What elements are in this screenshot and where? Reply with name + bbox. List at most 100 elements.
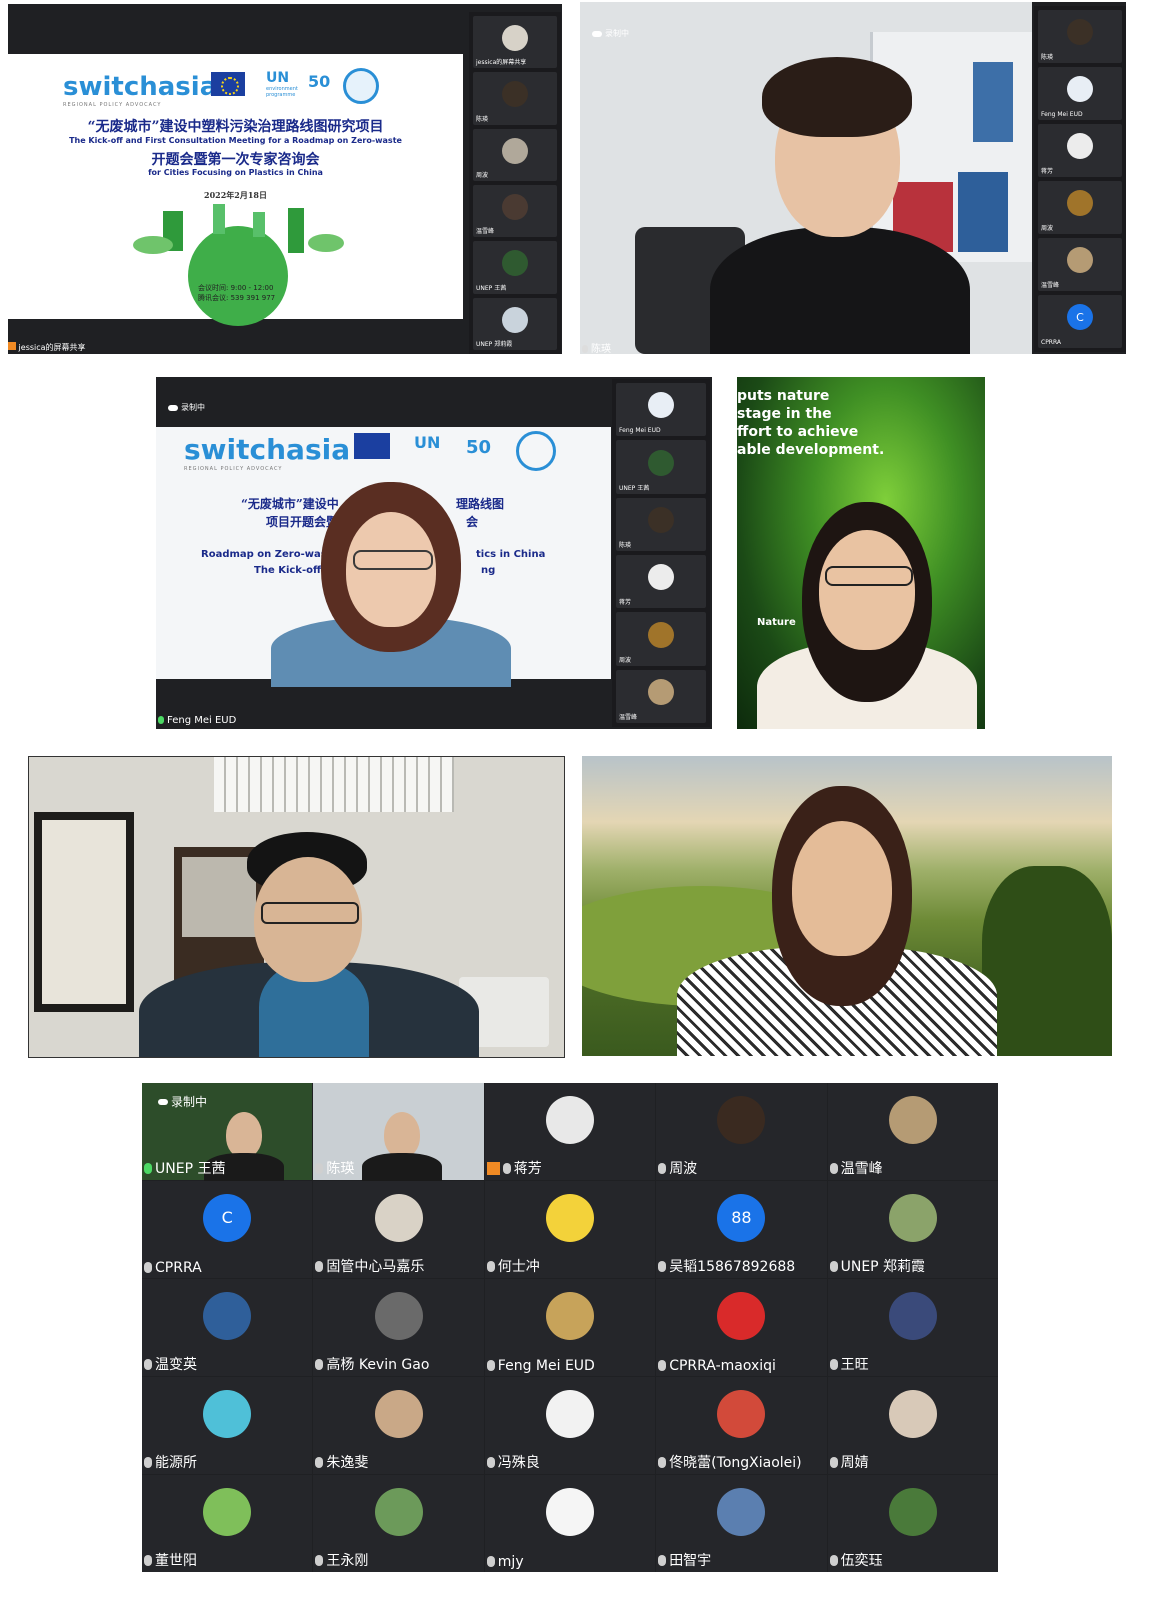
bg-text-line: able development. — [737, 442, 885, 458]
avatar — [374, 1487, 423, 1536]
glasses-icon — [825, 566, 913, 586]
participant-tile[interactable]: mjy — [484, 1475, 656, 1572]
mic-muted-icon — [829, 1359, 838, 1370]
thumb-participant[interactable]: Feng Mei EUD — [616, 383, 706, 437]
thumb-participant[interactable]: 周波 — [473, 128, 557, 181]
thumb-participant[interactable]: 周波 — [616, 612, 706, 666]
bg-text-line: puts nature — [737, 388, 830, 404]
thumb-participant[interactable]: 周波 — [1038, 181, 1122, 234]
mic-muted-icon — [144, 1555, 152, 1566]
cloud-icon — [168, 404, 178, 411]
participant-tile[interactable]: 董世阳 — [142, 1475, 313, 1572]
org-seal-icon — [343, 68, 379, 104]
participant-name: 董世阳 — [144, 1550, 197, 1570]
mic-muted-icon — [315, 1359, 324, 1370]
thumb-participant[interactable]: 陈瑛 — [1038, 10, 1122, 63]
thumb-participant[interactable]: 蒋芳 — [1038, 124, 1122, 177]
participant-tile[interactable]: UNEP 郑莉霞 — [827, 1181, 998, 1278]
participant-tile[interactable]: 固管中心马嘉乐 — [313, 1181, 484, 1278]
thumbnail-strip[interactable]: 陈瑛 Feng Mei EUD 蒋芳 周波 温雪峰 C CPRRA — [1034, 6, 1126, 352]
participant-name: 冯殊良 — [486, 1452, 540, 1472]
thumb-participant[interactable]: jessica的屏幕共享 — [473, 16, 557, 69]
thumb-participant[interactable]: 温雪峰 — [616, 669, 706, 723]
speaker-person — [261, 482, 521, 687]
participant-tile[interactable]: 蒋芳 — [484, 1083, 656, 1180]
participant-tile[interactable]: C CPRRA — [142, 1181, 313, 1278]
participant-tile[interactable]: 冯殊良 — [484, 1377, 656, 1474]
participant-tile[interactable]: Feng Mei EUD — [484, 1279, 656, 1376]
speaker-person — [677, 786, 997, 1056]
participant-name: UNEP 郑莉霞 — [829, 1256, 925, 1276]
presenter-label: jessica的屏幕共享 — [8, 342, 86, 353]
participant-tile[interactable]: 88 吴韬15867892688 — [656, 1181, 827, 1278]
participant-tile[interactable]: 温变英 — [142, 1279, 313, 1376]
participant-tile[interactable]: 周婧 — [827, 1377, 998, 1474]
avatar — [203, 1389, 252, 1438]
thumb-participant[interactable]: 陈瑛 — [616, 497, 706, 551]
trees — [982, 866, 1112, 1056]
avatar — [374, 1193, 423, 1242]
participant-tile[interactable]: 何士冲 — [484, 1181, 656, 1278]
mic-muted-icon — [829, 1457, 838, 1468]
speaker-person — [757, 502, 977, 729]
participant-gallery: UNEP 王茜 录制中 陈瑛 蒋芳 周波 温雪峰 C CPRRA 固管中心马嘉乐 何士冲 88 吴韬1… — [142, 1083, 998, 1572]
participant-name: 固管中心马嘉乐 — [315, 1256, 424, 1276]
participant-tile[interactable]: 王旺 — [827, 1279, 998, 1376]
participant-tile[interactable]: 能源所 — [142, 1377, 313, 1474]
thumb-participant[interactable]: 温雪峰 — [473, 184, 557, 238]
participant-figure — [226, 1112, 263, 1159]
speaker-person — [690, 47, 990, 354]
participant-name: 佟晓蕾(TongXiaolei) — [658, 1452, 802, 1472]
thumb-participant[interactable]: Feng Mei EUD — [1038, 67, 1122, 120]
participant-tile[interactable]: 佟晓蕾(TongXiaolei) — [656, 1377, 827, 1474]
participant-tile[interactable]: 高杨 Kevin Gao — [313, 1279, 484, 1376]
thumb-participant[interactable]: UNEP 郑莉霞 — [473, 297, 557, 350]
avatar — [545, 1487, 594, 1536]
thumb-participant[interactable]: C CPRRA — [1038, 295, 1122, 348]
mic-muted-icon — [829, 1555, 838, 1566]
mic-muted-icon — [829, 1163, 838, 1174]
participant-tile[interactable]: CPRRA-maoxiqi — [656, 1279, 827, 1376]
participant-tile[interactable]: 陈瑛 — [313, 1083, 484, 1183]
mic-muted-icon — [486, 1457, 495, 1468]
participant-tile[interactable]: 王永刚 — [313, 1475, 484, 1572]
participant-name: CPRRA — [144, 1260, 202, 1276]
mic-muted-icon — [315, 1261, 324, 1272]
bg-text-line: ffort to achieve — [737, 424, 859, 440]
participant-figure — [384, 1112, 420, 1159]
mic-muted-icon — [829, 1261, 838, 1272]
glasses-icon — [353, 550, 433, 570]
letter-avatar: 88 — [717, 1193, 766, 1242]
speaker-video: switchasia REGIONAL POLICY ADVOCACY UN 5… — [156, 377, 611, 729]
speaker-name-label: Feng Mei EUD — [158, 715, 236, 726]
avatar — [888, 1389, 937, 1438]
participant-tile[interactable]: UNEP 王茜 录制中 — [142, 1083, 313, 1183]
thumb-participant[interactable]: 蒋芳 — [616, 554, 706, 609]
avatar — [717, 1095, 766, 1144]
participant-tile[interactable]: 伍奕珏 — [827, 1475, 998, 1572]
mic-on-icon — [144, 1163, 152, 1174]
participant-tile[interactable]: 温雪峰 — [827, 1083, 998, 1180]
participant-tile[interactable]: 朱逸斐 — [313, 1377, 484, 1474]
thumbnail-strip[interactable]: Feng Mei EUD UNEP 王茜 陈瑛 蒋芳 周波 温雪峰 — [612, 379, 710, 727]
mic-muted-icon — [658, 1360, 667, 1371]
mic-muted-icon — [486, 1360, 495, 1371]
mic-muted-icon — [315, 1457, 324, 1468]
mic-muted-icon — [315, 1163, 324, 1174]
participant-name: mjy — [486, 1554, 524, 1570]
thumb-participant[interactable]: 陈瑛 — [473, 72, 557, 125]
participant-name: Feng Mei EUD — [486, 1358, 595, 1374]
green-globe-illustration — [133, 204, 344, 326]
letter-avatar: C — [203, 1193, 252, 1242]
panel-screen-share: switchasia REGIONAL POLICY ADVOCACY UN e… — [8, 4, 562, 354]
title-en-2: for Cities Focusing on Plastics in China — [148, 168, 323, 177]
participant-tile[interactable]: 周波 — [656, 1083, 827, 1180]
mic-icon — [158, 716, 164, 724]
thumb-participant[interactable]: UNEP 王茜 — [616, 440, 706, 494]
thumbnail-strip[interactable]: jessica的屏幕共享 陈瑛 周波 温雪峰 UNEP 王茜 UNEP 郑莉霞 — [469, 12, 561, 354]
participant-name: 田智宇 — [658, 1550, 711, 1570]
meeting-time: 会议时间: 9:00 - 12:00 — [198, 284, 274, 292]
thumb-participant[interactable]: 温雪峰 — [1038, 238, 1122, 291]
thumb-participant[interactable]: UNEP 王茜 — [473, 241, 557, 294]
participant-tile[interactable]: 田智宇 — [656, 1475, 827, 1572]
